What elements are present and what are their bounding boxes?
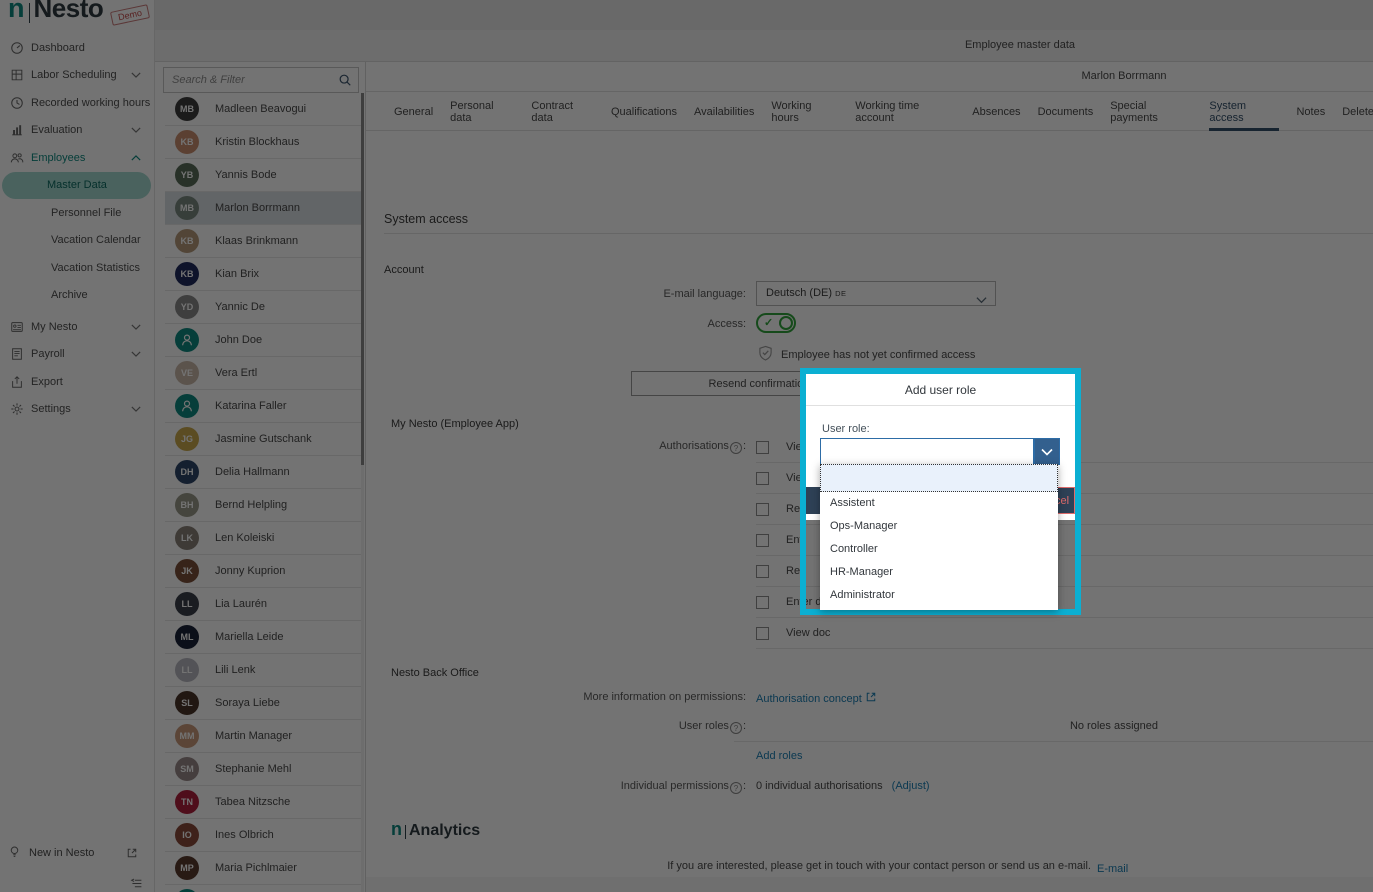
user-role-input[interactable]	[820, 438, 1034, 465]
user-role-label: User role:	[822, 423, 870, 435]
option-assistent[interactable]: Assistent	[820, 492, 1058, 515]
app-root: Employee master data nNesto Demo Dashboa…	[0, 0, 1373, 892]
dialog-title: Add user role	[806, 374, 1075, 406]
option-administrator[interactable]: Administrator	[820, 584, 1058, 607]
user-role-options-list: Assistent Ops-Manager Controller HR-Manager…	[820, 464, 1058, 610]
option-hr-manager[interactable]: HR-Manager	[820, 561, 1058, 584]
option-ops-manager[interactable]: Ops-Manager	[820, 515, 1058, 538]
option-controller[interactable]: Controller	[820, 538, 1058, 561]
option-empty[interactable]	[820, 464, 1058, 492]
user-role-dropdown-button[interactable]	[1034, 438, 1060, 465]
modal-backdrop[interactable]	[0, 0, 1373, 892]
add-user-role-dialog: Add user role User role: Cancel Assisten…	[800, 368, 1081, 615]
